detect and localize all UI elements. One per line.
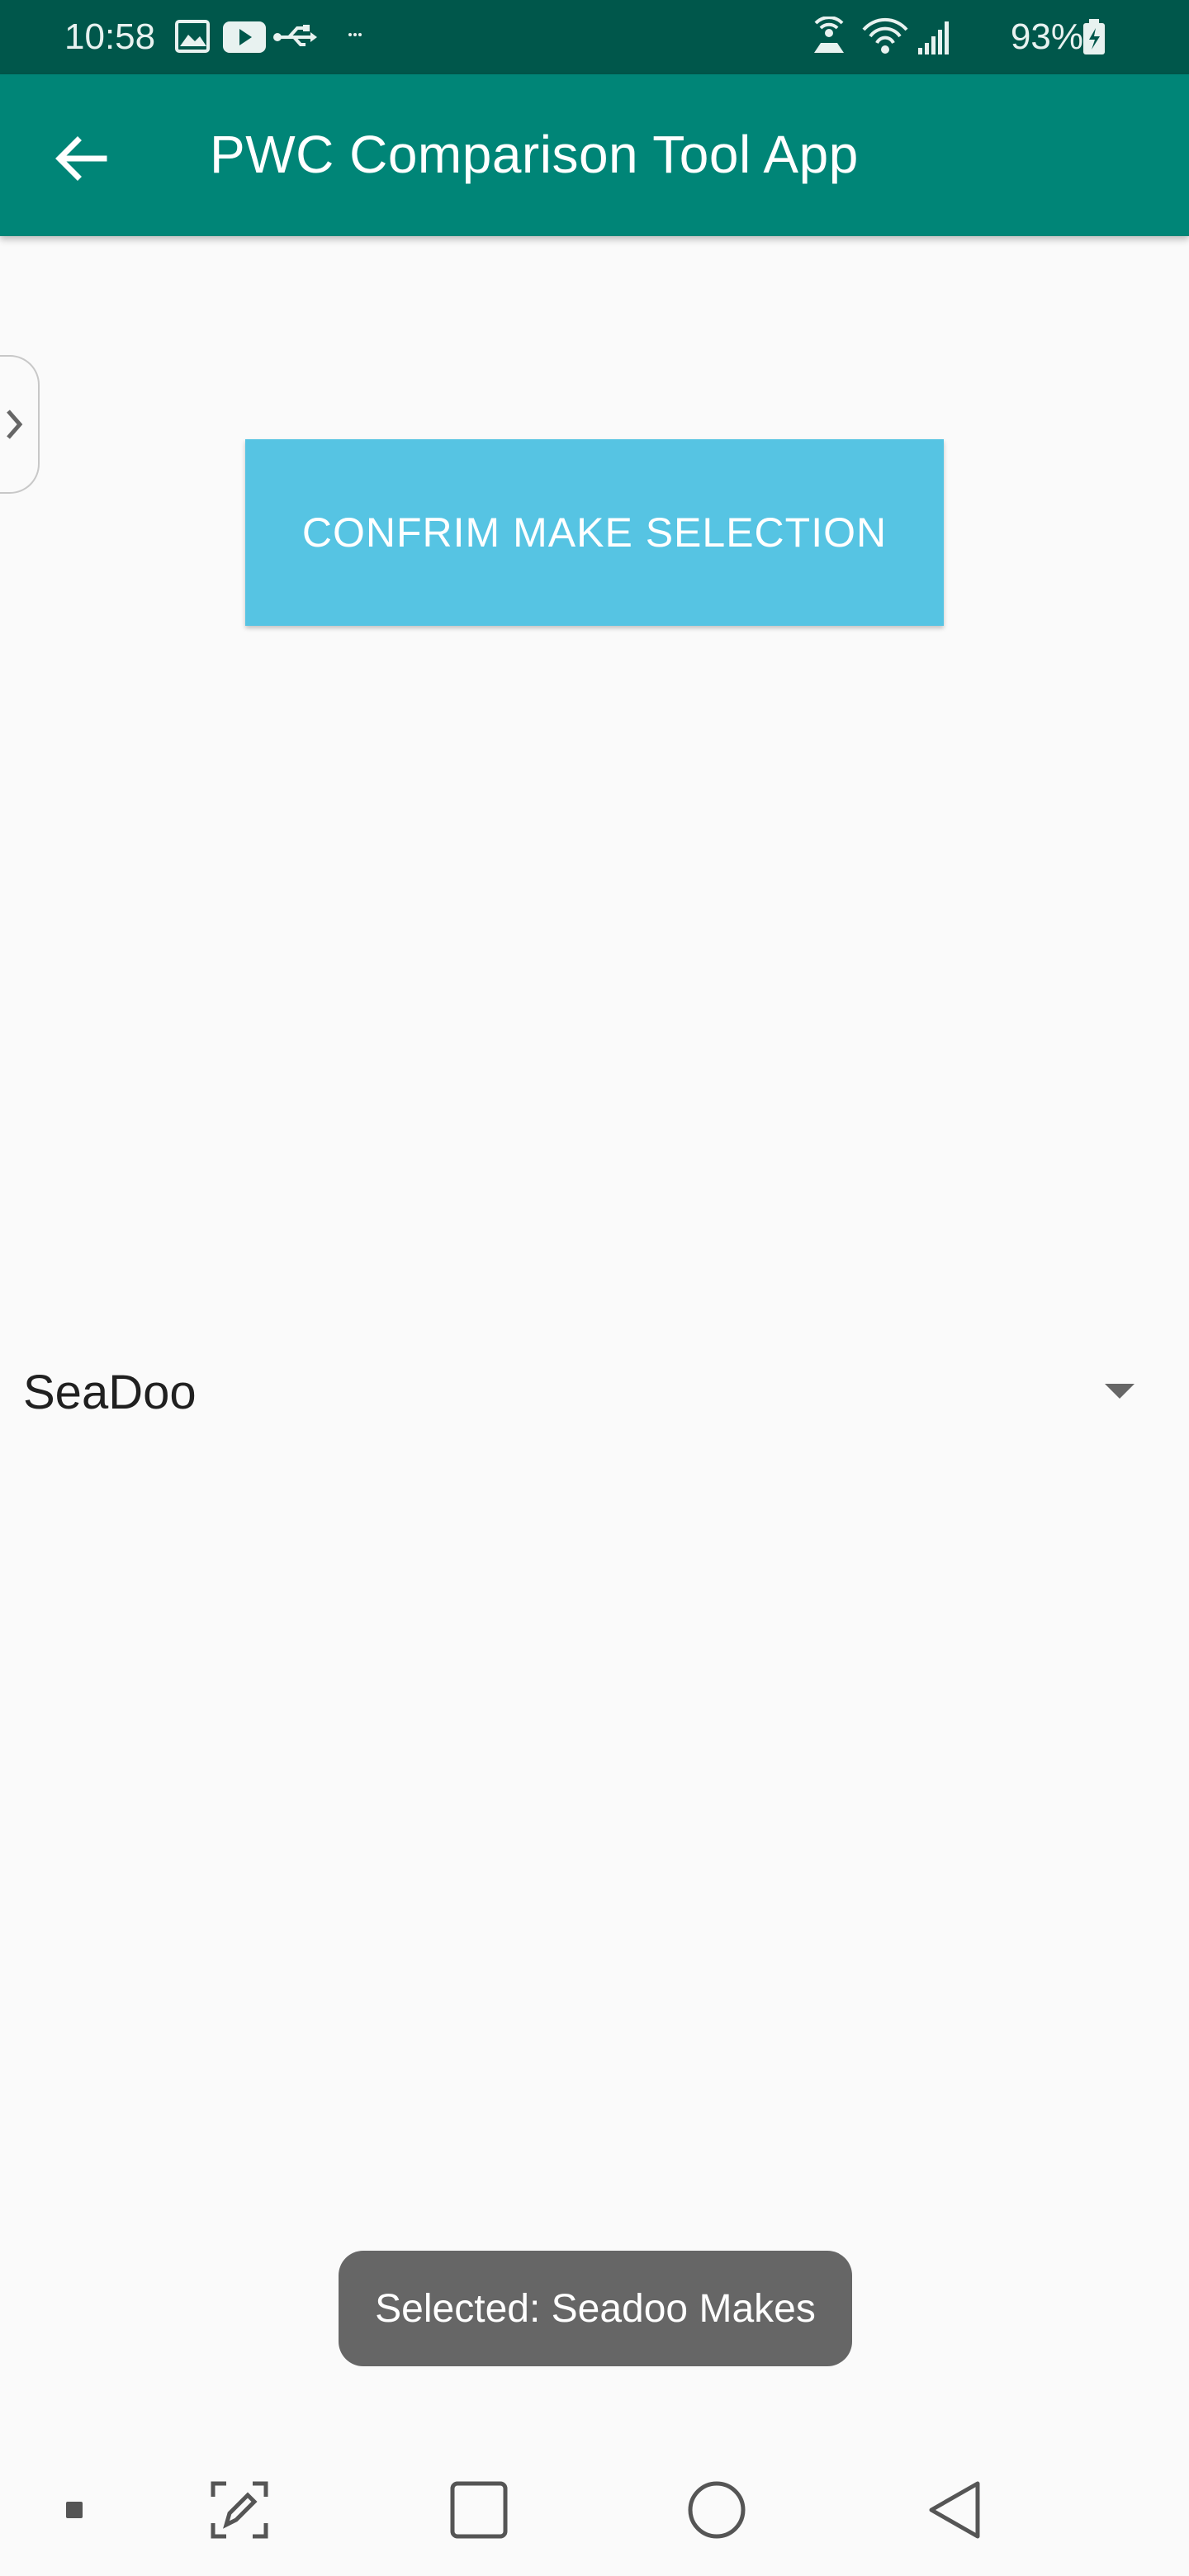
back-arrow-icon	[55, 136, 107, 181]
toast: Selected: Seadoo Makes	[339, 2251, 852, 2366]
more-notifications-icon	[348, 33, 362, 36]
back-icon[interactable]	[921, 2477, 988, 2543]
gallery-icon	[175, 20, 210, 53]
status-bar: 10:58 93%	[0, 0, 1189, 74]
signal-icon	[918, 21, 949, 54]
battery-icon	[1083, 19, 1105, 54]
hotspot-icon	[814, 17, 844, 53]
usb-icon	[273, 25, 317, 46]
wifi-icon	[862, 17, 908, 54]
toast-text: Selected: Seadoo Makes	[375, 2286, 816, 2331]
status-time: 10:58	[64, 17, 156, 57]
chevron-right-icon	[7, 410, 23, 439]
drawer-handle[interactable]	[0, 355, 40, 494]
youtube-icon	[223, 21, 266, 53]
make-spinner-value: SeaDoo	[23, 1366, 197, 1419]
confirm-make-selection-button[interactable]: CONFRIM MAKE SELECTION	[245, 439, 944, 626]
battery-percent: 93%	[1010, 17, 1083, 57]
app-title: PWC Comparison Tool App	[210, 125, 859, 184]
dropdown-arrow-icon	[1105, 1384, 1135, 1399]
status-left-icons	[173, 17, 372, 58]
recents-icon[interactable]	[446, 2477, 512, 2543]
app-bar: PWC Comparison Tool App	[0, 74, 1189, 236]
screen-write-icon[interactable]	[206, 2477, 272, 2543]
make-spinner[interactable]: SeaDoo	[0, 1346, 1189, 1438]
nav-bar	[0, 2444, 1189, 2576]
nav-dot-icon[interactable]	[58, 2477, 91, 2543]
back-button[interactable]	[46, 124, 116, 193]
home-icon[interactable]	[684, 2477, 750, 2543]
